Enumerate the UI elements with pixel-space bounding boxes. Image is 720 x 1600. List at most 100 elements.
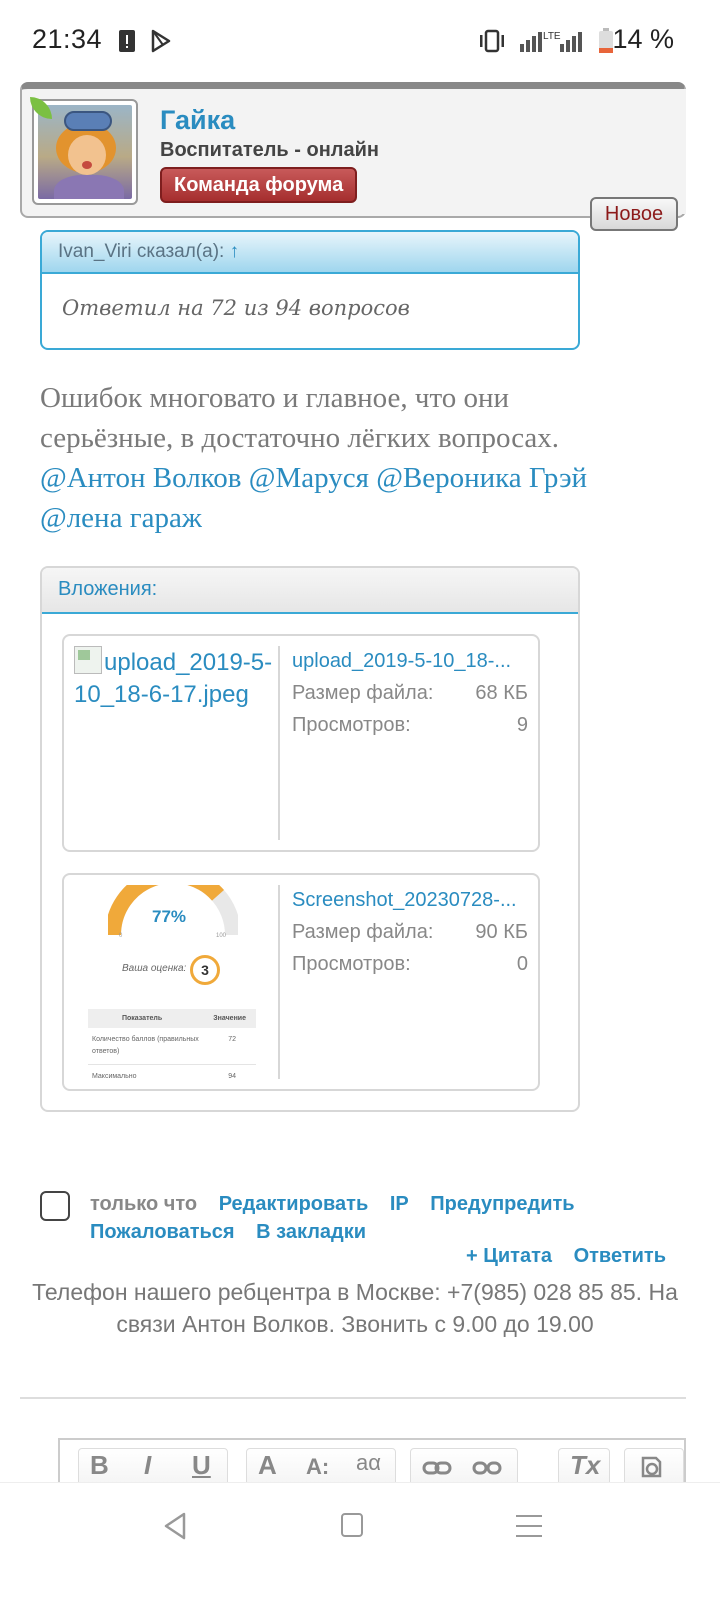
quote-button[interactable]: + Цитата — [466, 1245, 552, 1267]
table-row: Количество баллов (правильных ответов) 7… — [88, 1028, 256, 1065]
recents-line — [516, 1515, 542, 1517]
mention-link[interactable]: @Антон Волков — [40, 462, 241, 494]
bookmark-link[interactable]: В закладки — [256, 1221, 366, 1243]
attachment-item: 77% 0 100 Ваша оценка: 3 Показатель Знач… — [62, 873, 540, 1091]
clear-format-button[interactable]: Tx — [570, 1450, 600, 1481]
reply-button[interactable]: Ответить — [574, 1245, 666, 1267]
attachment-views-row: Просмотров: 9 — [292, 714, 528, 742]
warn-link[interactable]: Предупредить — [430, 1193, 574, 1215]
recents-line — [516, 1535, 542, 1537]
quote-header: Ivan_Viri сказал(а): ↑ — [42, 232, 578, 274]
new-badge: Новое — [590, 197, 678, 231]
avatar-image — [38, 105, 132, 199]
edit-link[interactable]: Редактировать — [219, 1193, 369, 1215]
quote-jump-arrow-icon[interactable]: ↑ — [230, 241, 240, 262]
gauge-max: 100 — [216, 933, 227, 939]
system-nav-bar — [0, 1482, 720, 1600]
size-value: 90 КБ — [475, 921, 528, 943]
table-cell: 94 — [228, 1073, 236, 1079]
size-value: 68 КБ — [475, 682, 528, 704]
views-value: 9 — [516, 714, 528, 736]
attachment-item: upload_2019-5-10_18-6-17.jpeg upload_201… — [62, 634, 540, 852]
status-time: 21:34 — [32, 24, 103, 54]
score-label: Ваша оценка: — [122, 963, 187, 974]
attachment-views-row: Просмотров: 0 — [292, 953, 528, 981]
mention-link[interactable]: @лена гараж — [40, 502, 202, 534]
quote-text: Ответил на 72 из 94 вопросов — [62, 296, 410, 320]
recents-icon[interactable] — [516, 1515, 542, 1545]
user-title: Воспитатель - онлайн — [160, 139, 380, 161]
results-table: Показатель Значение Количество баллов (п… — [88, 1009, 256, 1079]
user-signature: Телефон нашего ребцентра в Москве: +7(98… — [32, 1279, 678, 1337]
restore-icon[interactable] — [638, 1454, 664, 1480]
bold-button[interactable]: B — [90, 1450, 109, 1481]
user-card: Гайка Воспитатель - онлайн Команда форум… — [20, 82, 686, 218]
broken-image-link[interactable]: upload_2019-5-10_18-6-17.jpeg — [74, 646, 278, 711]
recents-line — [516, 1525, 542, 1527]
post-meta-links: только что Редактировать IP Предупредить… — [90, 1190, 630, 1246]
underline-button[interactable]: U — [192, 1450, 211, 1481]
post-actions: + Цитата Ответить — [450, 1245, 666, 1268]
attachments-header: Вложения: — [42, 568, 578, 614]
table-cell: Количество баллов (правильных ответов) — [92, 1036, 199, 1055]
status-bar: 21:34 LTE 14 % — [0, 0, 720, 80]
views-label: Просмотров: — [292, 714, 411, 736]
avatar-face — [68, 135, 106, 175]
divider — [20, 1397, 686, 1399]
signal-icon: LTE — [520, 31, 582, 52]
mention-link[interactable]: @Маруся — [249, 462, 369, 494]
warning-icon — [119, 30, 135, 52]
select-post-checkbox[interactable] — [40, 1191, 70, 1221]
quote-block: Ivan_Viri сказал(а): ↑ Ответил на 72 из … — [40, 230, 580, 350]
avatar-goggles — [64, 111, 112, 131]
gauge-min: 0 — [119, 933, 123, 939]
table-header-cell: Значение — [213, 1015, 246, 1022]
network-label: LTE — [543, 31, 561, 42]
reply-editor: B I U A A: aα Tx — [58, 1438, 686, 1488]
table-cell: Максимально — [92, 1073, 137, 1079]
italic-button[interactable]: I — [144, 1450, 151, 1481]
ip-link[interactable]: IP — [390, 1193, 409, 1215]
score-circle: 3 — [190, 955, 220, 985]
vibrate-icon — [480, 29, 504, 53]
attachment-thumbnail[interactable]: 77% 0 100 Ваша оценка: 3 Показатель Знач… — [74, 885, 280, 1079]
attachment-filename[interactable]: upload_2019-5-10_18-... — [292, 650, 528, 678]
font-size-button[interactable]: A — [258, 1450, 277, 1481]
views-value: 0 — [516, 953, 528, 975]
report-link[interactable]: Пожаловаться — [90, 1221, 235, 1243]
thumbnail-alt-text: upload_2019-5-10_18-6-17.jpeg — [74, 649, 273, 708]
table-cell: 72 — [228, 1036, 236, 1043]
link-icon[interactable] — [422, 1460, 452, 1476]
play-store-icon — [151, 29, 171, 53]
post-message: Ошибок многовато и главное, что они серь… — [40, 378, 600, 538]
font-size-small-button[interactable]: A: — [306, 1454, 329, 1480]
attachment-thumbnail[interactable]: upload_2019-5-10_18-6-17.jpeg — [74, 646, 280, 840]
quote-author: Ivan_Viri сказал(а): — [58, 241, 225, 262]
results-table-header: Показатель Значение — [88, 1009, 256, 1028]
post-time: только что — [90, 1193, 198, 1215]
attachments-block: Вложения: upload_2019-5-10_18-6-17.jpeg … — [40, 566, 580, 1112]
attachment-info: Screenshot_20230728-... Размер файла: 90… — [292, 889, 528, 981]
size-label: Размер файла: — [292, 921, 434, 943]
unlink-icon[interactable] — [472, 1460, 502, 1476]
size-label: Размер файла: — [292, 682, 434, 704]
user-name[interactable]: Гайка — [160, 105, 235, 136]
mention-link[interactable]: @Вероника Грэй — [376, 462, 587, 494]
table-header-cell: Показатель — [122, 1015, 163, 1022]
font-family-button[interactable]: aα — [356, 1450, 381, 1476]
avatar-nose — [82, 161, 92, 169]
attachment-info: upload_2019-5-10_18-... Размер файла: 68… — [292, 650, 528, 742]
table-row: Максимально 94 — [88, 1065, 256, 1079]
back-icon[interactable] — [162, 1511, 188, 1541]
broken-image-icon — [74, 646, 102, 674]
home-icon[interactable] — [341, 1513, 363, 1537]
attachment-filename[interactable]: Screenshot_20230728-... — [292, 889, 528, 917]
message-text: Ошибок многовато и главное, что они серь… — [40, 382, 560, 454]
avatar-body — [54, 175, 124, 199]
battery-percent: 14 % — [612, 24, 674, 54]
attachment-size-row: Размер файла: 90 КБ — [292, 921, 528, 949]
gauge-percent: 77% — [152, 907, 187, 926]
views-label: Просмотров: — [292, 953, 411, 975]
team-badge: Команда форума — [160, 167, 358, 203]
attachment-size-row: Размер файла: 68 КБ — [292, 682, 528, 710]
